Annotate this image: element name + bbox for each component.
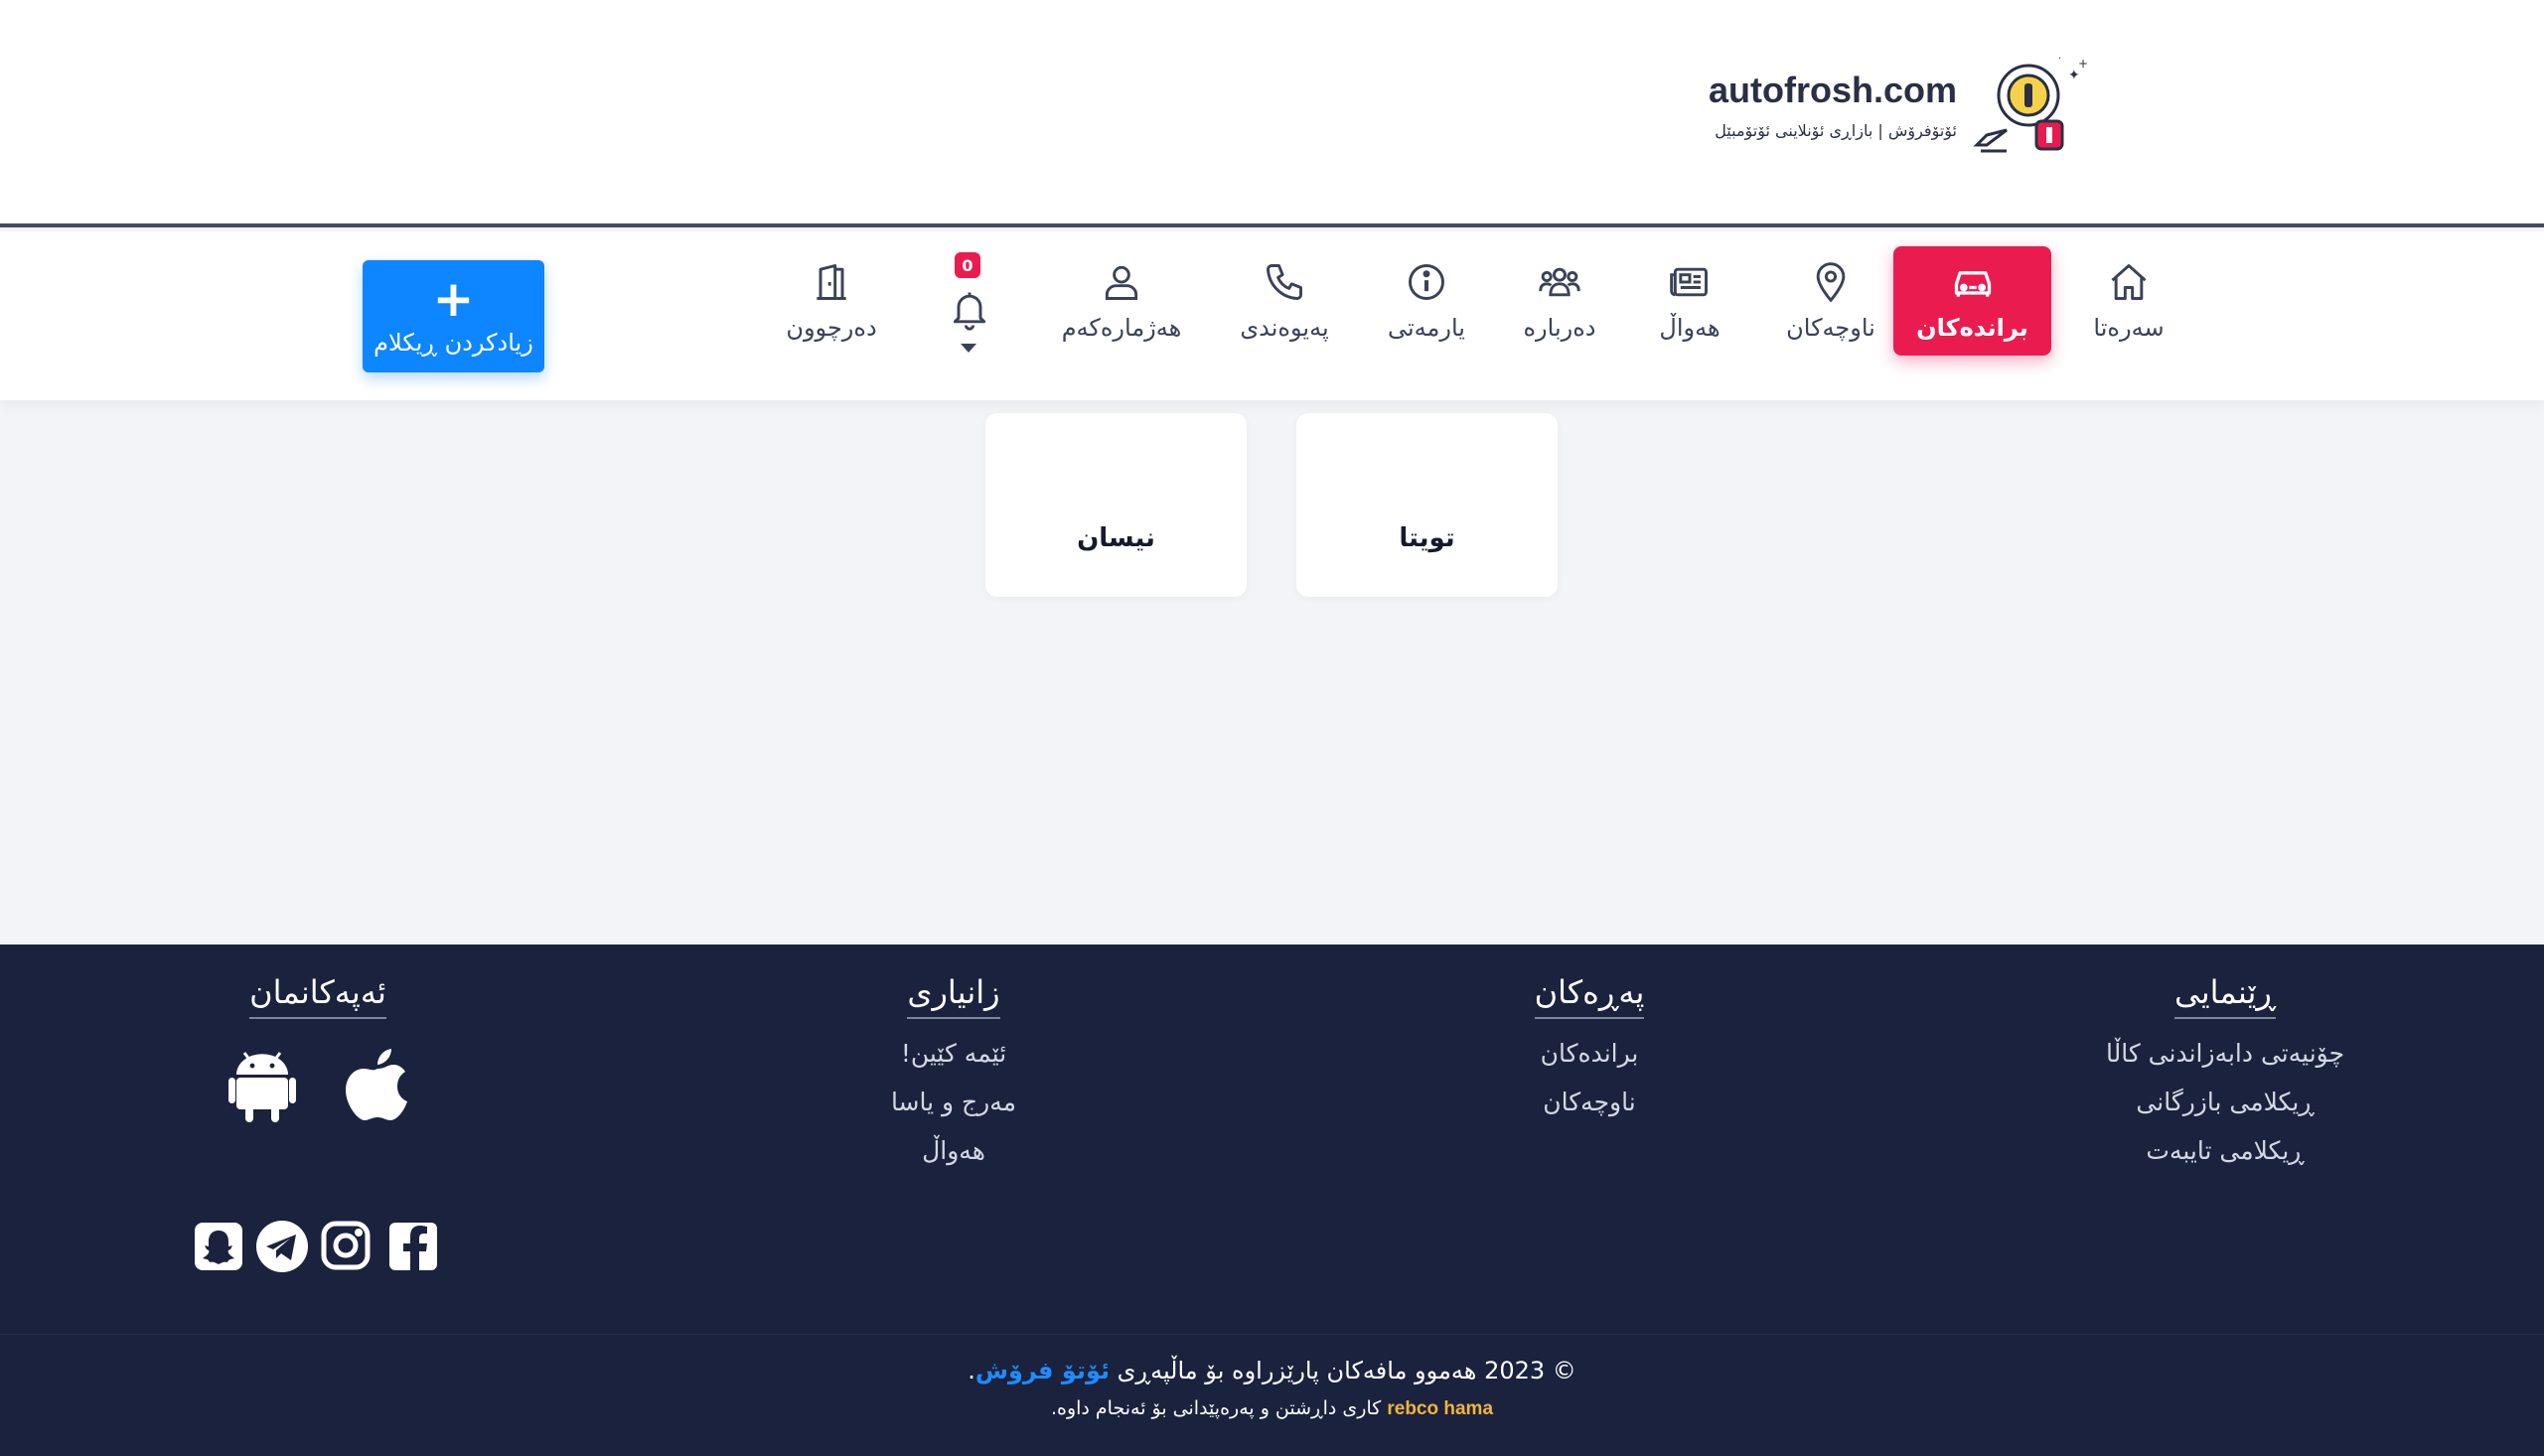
nav-item-contact[interactable]: پەیوەندی <box>1210 246 1359 356</box>
footer-link[interactable]: هەواڵ <box>922 1136 985 1165</box>
site-logo[interactable]: autofrosh.com ئۆتۆفرۆش | بازاڕی ئۆنلاینی… <box>1709 56 2096 165</box>
nav-item-account[interactable]: هەژمارەکەم <box>1047 246 1196 356</box>
car-icon <box>1954 271 1991 297</box>
add-ad-label: زیادکردن ڕیکلام <box>374 328 533 357</box>
notification-badge: 0 <box>955 252 980 278</box>
android-icon[interactable] <box>228 1052 296 1122</box>
footer-link[interactable]: مەرج و یاسا <box>891 1088 1016 1116</box>
nav-label: پەیوەندی <box>1240 314 1329 342</box>
app-store-icons <box>228 1049 407 1122</box>
copyright-suffix: . <box>968 1357 975 1384</box>
car-key-icon: ✦ + · <box>1973 56 2088 153</box>
nav-item-home[interactable]: سەرەتا <box>2054 246 2203 356</box>
brand-name: تویتا <box>1399 523 1455 553</box>
logo-title: autofrosh.com <box>1708 70 1957 110</box>
user-icon <box>1105 265 1138 300</box>
nav-item-logout[interactable]: دەرچوون <box>757 246 906 356</box>
footer-apps-column: ئەپەکانمان <box>169 973 467 1019</box>
nav-item-help[interactable]: یارمەتی <box>1352 246 1501 356</box>
logo-subtitle: ئۆتۆفرۆش | بازاڕی ئۆنلاینی ئۆتۆمبێل <box>1715 121 1957 140</box>
footer-heading: پەڕەکان <box>1534 973 1645 1019</box>
nav-item-news[interactable]: هەواڵ <box>1615 246 1764 356</box>
footer-info-column: زانیاری ئێمە کێین! مەرج و یاسا هەواڵ <box>805 973 1103 1165</box>
map-pin-icon <box>1816 262 1846 303</box>
home-icon <box>2111 264 2147 300</box>
copyright-text: © 2023 هەموو مافەکان پارێزراوە بۆ ماڵپەڕ… <box>0 1357 2544 1384</box>
footer-link[interactable]: چۆنیەتی دابەزاندنی کاڵا <box>2106 1039 2344 1068</box>
svg-text:·: · <box>2058 56 2061 65</box>
copyright-prefix: © 2023 هەموو مافەکان پارێزراوە بۆ ماڵپەڕ… <box>1117 1357 1576 1384</box>
nav-item-brands[interactable]: براندەکان <box>1893 246 2051 356</box>
footer-link[interactable]: ڕیکلامی بازرگانی <box>2136 1088 2314 1116</box>
nav-label: سەرەتا <box>2093 314 2165 342</box>
footer-link[interactable]: ناوچەکان <box>1543 1088 1635 1116</box>
footer-heading: ئەپەکانمان <box>249 973 386 1019</box>
top-header: autofrosh.com ئۆتۆفرۆش | بازاڕی ئۆنلاینی… <box>0 0 2544 227</box>
footer-link[interactable]: ڕیکلامی تایبەت <box>2146 1136 2304 1165</box>
info-icon <box>1409 264 1444 300</box>
svg-text:+: + <box>2078 57 2088 71</box>
footer-link[interactable]: براندەکان <box>1541 1039 1639 1068</box>
nav-label: یارمەتی <box>1388 314 1465 342</box>
footer-link[interactable]: ئێمە کێین! <box>901 1039 1006 1068</box>
nav-label: هەژمارەکەم <box>1061 314 1182 342</box>
nav-label: دەرچوون <box>786 314 877 342</box>
nav-item-regions[interactable]: ناوچەکان <box>1756 246 1905 356</box>
notifications-button[interactable]: 0 <box>939 250 998 360</box>
footer-heading: ڕێنمایی <box>2174 973 2276 1019</box>
social-icons <box>195 1221 437 1272</box>
users-icon <box>1539 267 1580 297</box>
footer-divider <box>0 1334 2544 1335</box>
credit-text: کاری داڕشتن و پەرەپێدانی بۆ ئەنجام داوە. <box>1050 1397 1382 1419</box>
instagram-icon[interactable] <box>321 1221 371 1270</box>
plus-icon: + <box>432 269 475 328</box>
newspaper-icon <box>1670 267 1708 297</box>
facebook-icon[interactable] <box>389 1223 437 1270</box>
footer-heading: زانیاری <box>907 973 1000 1019</box>
chevron-down-icon <box>961 344 976 353</box>
nav-label: براندەکان <box>1916 314 2028 342</box>
brand-name: نیسان <box>1077 523 1155 553</box>
developer-credit: rebco hama کاری داڕشتن و پەرەپێدانی بۆ ئ… <box>0 1397 2544 1420</box>
nav-label: ناوچەکان <box>1786 314 1875 342</box>
nav-label: دەربارە <box>1523 314 1596 342</box>
phone-icon <box>1267 264 1302 300</box>
footer-pages-column: پەڕەکان براندەکان ناوچەکان <box>1440 973 1738 1116</box>
telegram-icon[interactable] <box>256 1221 308 1272</box>
bell-icon <box>953 292 986 331</box>
nav-item-about[interactable]: دەربارە <box>1485 246 1634 356</box>
door-exit-icon <box>817 264 846 300</box>
footer-guide-column: ڕێنمایی چۆنیەتی دابەزاندنی کاڵا ڕیکلامی … <box>2026 973 2424 1165</box>
snapchat-icon[interactable] <box>195 1223 242 1270</box>
add-ad-button[interactable]: + زیادکردن ڕیکلام <box>363 260 544 372</box>
nav-label: هەواڵ <box>1659 314 1721 342</box>
brand-card-nissan[interactable]: نیسان <box>985 413 1247 597</box>
apple-icon[interactable] <box>346 1049 407 1120</box>
developer-link[interactable]: rebco hama <box>1387 1398 1493 1419</box>
copyright-brand-link[interactable]: ئۆتۆ فرۆش <box>975 1357 1110 1384</box>
brand-card-toyota[interactable]: تویتا <box>1296 413 1558 597</box>
